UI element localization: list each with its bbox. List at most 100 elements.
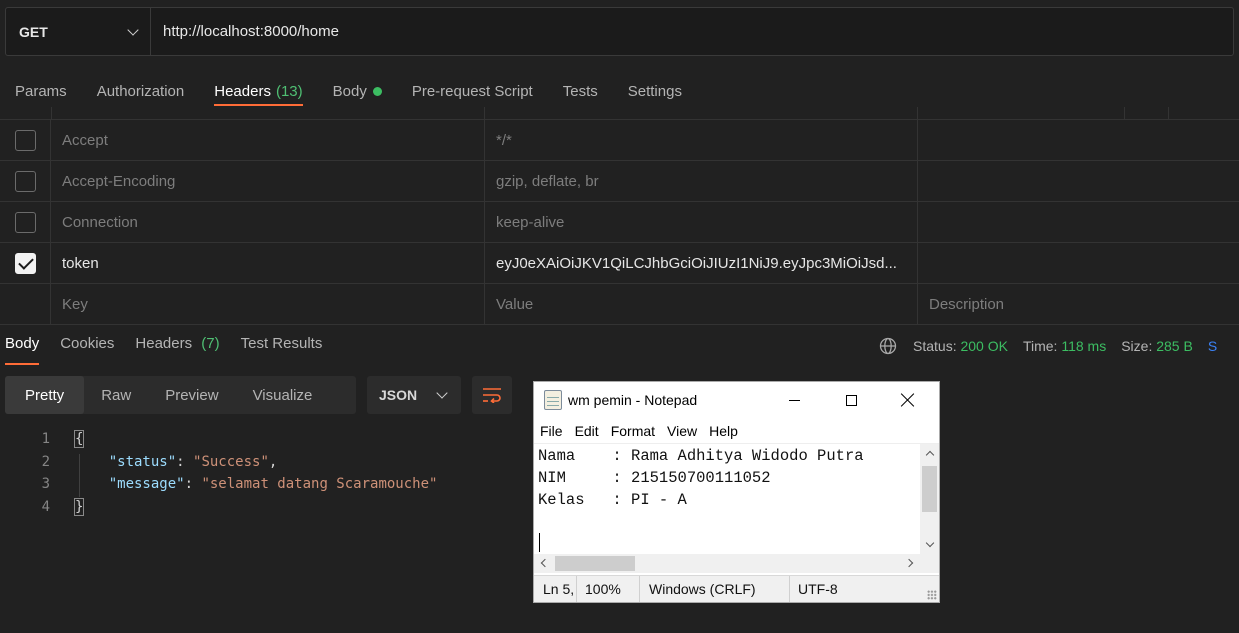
tab-label: Tests xyxy=(562,82,598,100)
tab-headers[interactable]: Headers (13) xyxy=(214,76,304,106)
tab-test-results[interactable]: Test Results xyxy=(241,335,323,361)
header-checkbox[interactable] xyxy=(14,252,36,274)
notepad-status-bar: Ln 5, 100% Windows (CRLF) UTF-8 xyxy=(534,575,939,602)
view-mode-toggle: Pretty Raw Preview Visualize xyxy=(5,376,356,414)
view-preview[interactable]: Preview xyxy=(148,376,235,414)
scroll-thumb[interactable] xyxy=(555,556,635,571)
header-value[interactable]: */* xyxy=(485,120,918,160)
tab-label: Body xyxy=(332,82,367,100)
menu-view[interactable]: View xyxy=(666,423,698,439)
close-button[interactable] xyxy=(885,382,931,418)
column-divider xyxy=(1124,107,1125,119)
json-string: "Success" xyxy=(193,453,269,470)
header-checkbox[interactable] xyxy=(14,170,36,192)
maximize-icon xyxy=(845,394,857,406)
menu-help[interactable]: Help xyxy=(708,423,739,439)
open-brace: { xyxy=(73,430,85,448)
scroll-up-icon[interactable] xyxy=(925,450,935,460)
wrap-lines-button[interactable] xyxy=(472,376,512,414)
header-key[interactable]: Connection xyxy=(51,202,485,242)
minimize-icon xyxy=(788,399,800,401)
cursor-position: Ln 5, xyxy=(534,576,577,602)
size-value[interactable]: 285 B xyxy=(1156,338,1193,354)
response-tabs: Body Cookies Headers (7) Test Results xyxy=(5,335,323,365)
tab-params[interactable]: Params xyxy=(15,76,67,106)
tab-label: Headers xyxy=(214,82,271,100)
close-brace: } xyxy=(73,497,85,516)
vertical-scrollbar[interactable] xyxy=(920,444,939,554)
tab-response-headers[interactable]: Headers (7) xyxy=(135,335,219,361)
column-divider xyxy=(51,107,52,119)
save-response-button[interactable]: S xyxy=(1208,338,1217,354)
notepad-menubar: File Edit Format View Help xyxy=(534,418,939,444)
notepad-text-area[interactable]: Nama : Rama Adhitya Widodo Putra NIM : 21… xyxy=(534,444,920,554)
notepad-window: wm pemin - Notepad File Edit Format View… xyxy=(533,381,940,603)
menu-file[interactable]: File xyxy=(539,423,564,439)
header-key[interactable]: token xyxy=(51,243,485,283)
header-description[interactable] xyxy=(918,202,1239,242)
tab-label: Params xyxy=(15,82,67,100)
maximize-button[interactable] xyxy=(828,382,874,418)
header-checkbox[interactable] xyxy=(14,211,36,233)
resize-grip-icon[interactable] xyxy=(927,590,937,600)
globe-icon[interactable] xyxy=(879,337,897,355)
notepad-titlebar[interactable]: wm pemin - Notepad xyxy=(534,382,939,418)
scroll-right-icon[interactable] xyxy=(904,558,914,568)
header-description[interactable] xyxy=(918,120,1239,160)
text-line: NIM : 215150700111052 xyxy=(538,469,771,487)
menu-edit[interactable]: Edit xyxy=(574,423,600,439)
key-input[interactable]: Key xyxy=(51,284,485,324)
tab-tests[interactable]: Tests xyxy=(563,76,598,106)
response-status-bar: Status: 200 OK Time: 118 ms Size: 285 B … xyxy=(879,337,1217,355)
scroll-down-icon[interactable] xyxy=(925,538,935,548)
header-row: Accept-Encoding gzip, deflate, br xyxy=(0,161,1239,202)
horizontal-scrollbar[interactable] xyxy=(534,554,920,573)
view-pretty[interactable]: Pretty xyxy=(5,376,85,414)
line-ending: Windows (CRLF) xyxy=(640,576,790,602)
minimize-button[interactable] xyxy=(771,382,817,418)
format-select[interactable]: JSON xyxy=(367,376,461,414)
tab-label: Authorization xyxy=(96,82,185,100)
tab-cookies[interactable]: Cookies xyxy=(60,335,114,361)
headers-count: (13) xyxy=(275,82,303,100)
time-value[interactable]: 118 ms xyxy=(1061,338,1106,354)
status-value[interactable]: 200 OK xyxy=(960,338,1007,354)
json-string: "selamat datang Scaramouche" xyxy=(201,476,438,493)
view-raw[interactable]: Raw xyxy=(84,376,148,414)
tab-settings[interactable]: Settings xyxy=(628,76,682,106)
view-visualize[interactable]: Visualize xyxy=(236,376,330,414)
tab-label: Pre-request Script xyxy=(411,82,533,100)
wrap-icon xyxy=(483,388,501,403)
value-input[interactable]: Value xyxy=(485,284,918,324)
column-divider xyxy=(484,107,485,119)
tab-response-body[interactable]: Body xyxy=(5,335,40,365)
header-row-new: Key Value Description xyxy=(0,284,1239,325)
header-value[interactable]: gzip, deflate, br xyxy=(485,161,918,201)
json-key: "status" xyxy=(108,453,177,470)
line-number: 4 xyxy=(41,498,50,515)
tab-body[interactable]: Body xyxy=(333,76,382,106)
method-label: GET xyxy=(19,23,48,40)
tab-authorization[interactable]: Authorization xyxy=(97,76,185,106)
description-input[interactable]: Description xyxy=(918,284,1239,324)
menu-format[interactable]: Format xyxy=(610,423,656,439)
header-description[interactable] xyxy=(918,243,1239,283)
scroll-thumb[interactable] xyxy=(922,466,937,512)
column-divider xyxy=(917,107,918,119)
json-key: "message" xyxy=(108,476,185,493)
method-select[interactable]: GET xyxy=(6,8,151,55)
url-input[interactable]: http://localhost:8000/home xyxy=(151,8,339,55)
header-value[interactable]: eyJ0eXAiOiJKV1QiLCJhbGciOiJIUzI1NiJ9.eyJ… xyxy=(485,243,918,283)
scroll-left-icon[interactable] xyxy=(540,558,550,568)
header-row: Accept */* xyxy=(0,120,1239,161)
size-label: Size: xyxy=(1121,338,1153,354)
tab-pre-request-script[interactable]: Pre-request Script xyxy=(412,76,533,106)
zoom-level: 100% xyxy=(577,576,640,602)
header-description[interactable] xyxy=(918,161,1239,201)
header-checkbox[interactable] xyxy=(14,129,36,151)
request-tabs: Params Authorization Headers (13) Body Pr… xyxy=(15,76,682,106)
header-key[interactable]: Accept-Encoding xyxy=(51,161,485,201)
header-value[interactable]: keep-alive xyxy=(485,202,918,242)
notepad-icon xyxy=(544,390,562,410)
header-key[interactable]: Accept xyxy=(51,120,485,160)
